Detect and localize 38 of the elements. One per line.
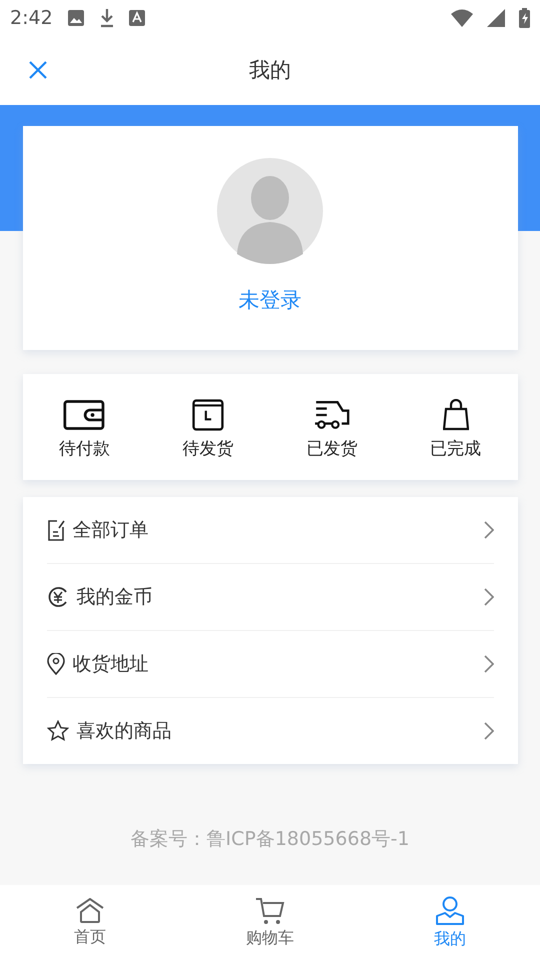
chevron-right-icon xyxy=(484,722,494,740)
icp-record-text: 备案号：鲁ICP备18055668号-1 xyxy=(130,827,410,852)
status-time: 2:42 xyxy=(10,6,53,28)
tab-item[interactable]: 购物车 xyxy=(180,885,360,960)
login-link[interactable]: 未登录 xyxy=(238,286,302,314)
avatar-icon xyxy=(217,158,323,264)
order-status-button[interactable]: 待发货 xyxy=(146,394,270,460)
chevron-right-icon xyxy=(484,588,494,606)
coin-icon xyxy=(46,586,68,608)
chevron-right-icon xyxy=(484,521,494,539)
star-icon xyxy=(46,720,68,742)
page-title: 我的 xyxy=(249,57,291,84)
document-icon xyxy=(46,519,64,541)
tab-item[interactable]: 首页 xyxy=(0,885,180,960)
tab-item[interactable]: 我的 xyxy=(360,885,540,960)
truck-icon xyxy=(314,398,350,430)
calendar-clock-icon xyxy=(192,398,224,430)
cart-icon xyxy=(255,896,285,924)
wifi-icon xyxy=(451,8,473,26)
home-icon xyxy=(76,898,104,924)
order-status-button[interactable]: 已发货 xyxy=(270,394,394,460)
user-icon xyxy=(436,896,464,926)
font-icon xyxy=(128,10,145,26)
download-icon xyxy=(98,8,115,28)
shopping-bag-icon xyxy=(442,398,469,430)
close-icon[interactable] xyxy=(28,60,48,80)
menu-item[interactable]: 我的金币 xyxy=(46,564,494,631)
menu-item[interactable]: 收货地址 xyxy=(46,631,494,698)
location-pin-icon xyxy=(46,653,64,675)
menu-item[interactable]: 喜欢的商品 xyxy=(46,698,494,764)
chevron-right-icon xyxy=(484,655,494,673)
signal-icon xyxy=(487,8,505,26)
wallet-icon xyxy=(63,398,106,430)
order-status-button[interactable]: 已完成 xyxy=(394,394,518,460)
battery-icon xyxy=(519,8,530,28)
order-status-button[interactable]: 待付款 xyxy=(22,394,146,460)
image-icon xyxy=(66,8,85,26)
menu-item[interactable]: 全部订单 xyxy=(46,497,494,564)
